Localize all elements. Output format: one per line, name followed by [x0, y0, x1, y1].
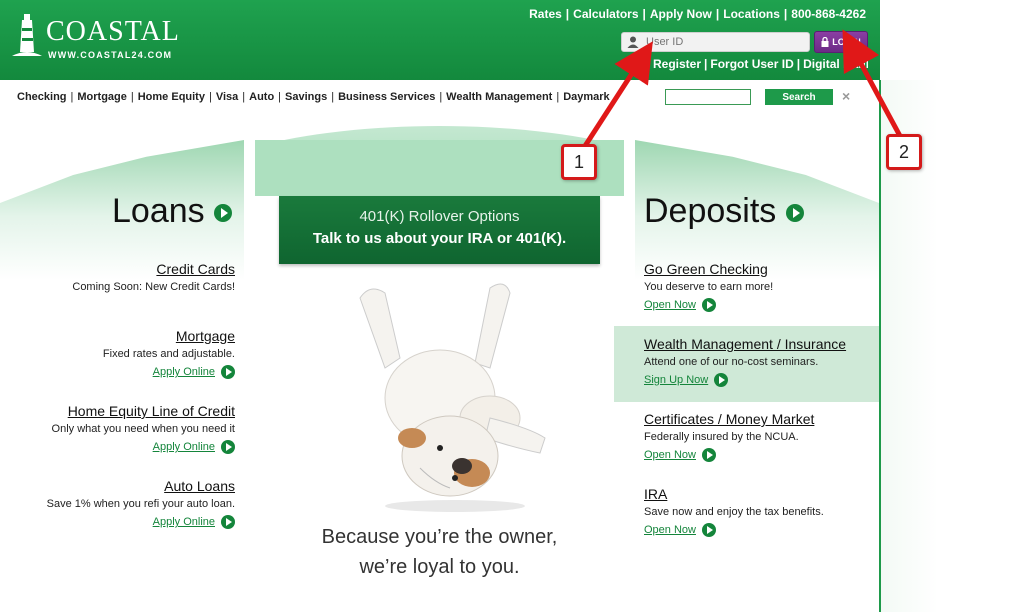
- link-forgot-userid[interactable]: Forgot User ID: [710, 57, 793, 71]
- coastal-logo[interactable]: COASTAL WWW.COASTAL24.COM: [8, 10, 198, 64]
- open-now-link[interactable]: Open Now: [644, 523, 824, 537]
- loan-desc: Fixed rates and adjustable.: [102, 348, 235, 360]
- sign-up-now-link[interactable]: Sign Up Now: [644, 373, 846, 387]
- deposit-link-go-green[interactable]: Go Green Checking: [644, 261, 773, 277]
- open-now-link[interactable]: Open Now: [644, 448, 814, 462]
- callout-2: 2: [886, 134, 922, 170]
- page-edge-line: [879, 80, 881, 612]
- deposit-desc: You deserve to earn more!: [644, 281, 774, 293]
- page-margin: [880, 0, 1024, 80]
- loan-desc: Save 1% when you refi your auto loan.: [46, 498, 235, 510]
- close-icon[interactable]: ×: [842, 88, 850, 104]
- loan-link-credit-cards[interactable]: Credit Cards: [72, 261, 235, 277]
- userid-input[interactable]: [646, 36, 796, 48]
- user-icon: [627, 36, 639, 48]
- link-locations[interactable]: Locations: [723, 7, 780, 21]
- loan-link-home-equity[interactable]: Home Equity Line of Credit: [52, 403, 235, 419]
- go-arrow-icon: [714, 373, 729, 387]
- link-calculators[interactable]: Calculators: [573, 7, 638, 21]
- loan-desc: Only what you need when you need it: [51, 423, 235, 435]
- nav-visa[interactable]: Visa: [216, 91, 238, 103]
- nav-wealth-management[interactable]: Wealth Management: [446, 91, 552, 103]
- nav-daymark-realty[interactable]: Daymark Realty: [563, 91, 611, 103]
- go-arrow-icon: [785, 204, 804, 223]
- lock-icon: [821, 37, 829, 47]
- nav-savings[interactable]: Savings: [285, 91, 327, 103]
- utility-links: Rates | Calculators | Apply Now | Locations | 80…: [529, 7, 866, 21]
- bulldog-image: [359, 283, 546, 512]
- loan-desc: Coming Soon: New Credit Cards!: [72, 281, 235, 293]
- deposit-link-ira[interactable]: IRA: [644, 486, 824, 502]
- search-input[interactable]: [665, 89, 751, 105]
- userid-field[interactable]: [621, 32, 810, 52]
- link-rates[interactable]: Rates: [529, 7, 562, 21]
- login-label: LOGIN: [832, 37, 861, 47]
- site-header: COASTAL WWW.COASTAL24.COM Rates | Calculat…: [0, 0, 880, 80]
- link-digital-banking[interactable]: Digital Banking: [803, 57, 868, 71]
- deposit-desc: Save now and enjoy the tax benefits.: [644, 506, 824, 518]
- deposit-desc: Federally insured by the NCUA.: [644, 431, 799, 443]
- tagline: Because you’re the owner, we’re loyal to…: [279, 522, 600, 582]
- go-arrow-icon: [214, 204, 233, 223]
- loan-item-auto-loans: Auto Loans Save 1% when you refi your au…: [47, 478, 235, 529]
- lighthouse-icon: [12, 14, 42, 56]
- main-nav: Checking | Mortgage | Home Equity | Visa | Auto |…: [17, 91, 611, 103]
- go-arrow-icon: [701, 448, 716, 462]
- deposit-link-certificates[interactable]: Certificates / Money Market: [644, 411, 814, 427]
- apply-online-link[interactable]: Apply Online: [52, 440, 235, 454]
- nav-checking[interactable]: Checking: [17, 91, 67, 103]
- phone-number[interactable]: 800-868-4262: [791, 7, 866, 21]
- go-arrow-icon: [221, 440, 235, 454]
- link-register[interactable]: Register: [653, 57, 701, 71]
- loans-title: Loans: [112, 192, 205, 230]
- apply-online-link[interactable]: Apply Online: [103, 365, 235, 379]
- loan-link-auto-loans[interactable]: Auto Loans: [47, 478, 235, 494]
- banner-subtitle: Talk to us about your IRA or 401(K).: [312, 230, 567, 247]
- deposit-item-ira: IRA Save now and enjoy the tax benefits.…: [644, 486, 824, 537]
- brand-name: COASTAL: [46, 16, 180, 47]
- tagline-line-2: we’re loyal to you.: [359, 556, 520, 578]
- link-apply-now[interactable]: Apply Now: [650, 7, 712, 21]
- deposits-heading[interactable]: Deposits: [644, 192, 804, 231]
- go-arrow-icon: [221, 365, 235, 379]
- tagline-line-1: Because you’re the owner,: [321, 526, 558, 548]
- nav-auto[interactable]: Auto: [249, 91, 274, 103]
- loans-heading[interactable]: Loans: [112, 192, 233, 231]
- deposits-title: Deposits: [644, 192, 777, 230]
- open-now-link[interactable]: Open Now: [644, 298, 773, 312]
- apply-online-link[interactable]: Apply Online: [47, 515, 235, 529]
- deposit-desc: Attend one of our no-cost seminars.: [644, 356, 819, 368]
- rollover-banner[interactable]: 401(K) Rollover Options Talk to us about…: [279, 196, 600, 264]
- search-button[interactable]: Search: [765, 89, 833, 105]
- deposit-item-wealth: Wealth Management / Insurance Attend one…: [644, 336, 846, 387]
- deposit-item-go-green: Go Green Checking You deserve to earn mo…: [644, 261, 773, 312]
- deposit-item-certificates: Certificates / Money Market Federally in…: [644, 411, 814, 462]
- loan-item-credit-cards: Credit Cards Coming Soon: New Credit Car…: [72, 261, 235, 293]
- loan-link-mortgage[interactable]: Mortgage: [103, 328, 235, 344]
- callout-1: 1: [561, 144, 597, 180]
- loan-item-mortgage: Mortgage Fixed rates and adjustable. App…: [103, 328, 235, 379]
- login-button[interactable]: LOGIN: [814, 31, 868, 53]
- deposit-link-wealth[interactable]: Wealth Management / Insurance: [644, 336, 846, 352]
- go-arrow-icon: [701, 523, 716, 537]
- nav-home-equity[interactable]: Home Equity: [138, 91, 205, 103]
- banner-title: 401(K) Rollover Options: [359, 208, 520, 225]
- nav-mortgage[interactable]: Mortgage: [77, 91, 127, 103]
- loan-item-home-equity: Home Equity Line of Credit Only what you…: [52, 403, 235, 454]
- go-arrow-icon: [701, 298, 716, 312]
- nav-business-services[interactable]: Business Services: [338, 91, 435, 103]
- account-links: Register|Forgot User ID|Digital Banking: [653, 57, 868, 71]
- brand-url: WWW.COASTAL24.COM: [48, 50, 173, 60]
- go-arrow-icon: [221, 515, 235, 529]
